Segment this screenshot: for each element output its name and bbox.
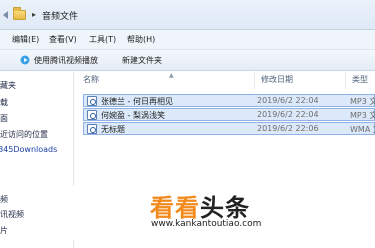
sort-caret-icon: ▲ [169,72,174,79]
watermark-logo: 看看头条 [150,188,250,223]
file-name[interactable]: 何婉盈 - 梨涡浅笑 [101,110,165,121]
menu-tools[interactable]: 工具(T) [89,34,116,45]
folder-icon [13,7,26,20]
column-header-type[interactable]: 类型 [352,74,368,85]
sidebar-item-favorites[interactable]: 收藏夹 [0,80,16,91]
sidebar-item-videos[interactable]: 视频 [0,194,8,205]
sidebar-item-desktop[interactable]: 桌面 [0,113,8,124]
sidebar-item-recent-places[interactable]: 最近访问的位置 [0,129,48,140]
file-name[interactable]: 张德兰 - 何日再相见 [101,96,173,107]
sidebar-item-tencent-video[interactable]: 腾讯视频 [0,209,24,220]
menu-help[interactable]: 帮助(H) [127,34,155,45]
file-date: 2019/6/2 22:06 [257,124,319,133]
menu-edit[interactable]: 编辑(E) [12,34,39,45]
column-header-date[interactable]: 修改日期 [261,74,293,85]
watermark-brand-part2: 头条 [200,194,250,222]
audio-file-icon [87,124,97,134]
file-name[interactable]: 无标题 [101,124,125,135]
column-divider[interactable] [254,72,255,89]
audio-file-icon [87,110,97,120]
new-folder-button[interactable]: 新建文件夹 [122,55,162,66]
file-type: WMA 文 [350,125,375,134]
tencent-video-icon [20,55,30,65]
watermark: 看看头条 www.kankantoutiao.com [70,186,335,240]
file-date: 2019/6/2 22:04 [257,96,319,105]
breadcrumb-current-folder[interactable]: 音频文件 [42,9,78,22]
breadcrumb-separator[interactable]: ▸ [32,10,36,19]
file-row[interactable]: 张德兰 - 何日再相见 2019/6/2 22:04 MP3 文 [83,94,375,107]
toolbar: 使用腾讯视频播放 新建文件夹 [0,50,375,71]
sidebar-item-2345downloads[interactable]: 2345Downloads [0,145,57,154]
file-date: 2019/6/2 22:04 [257,110,319,119]
watermark-url: www.kankantoutiao.com [151,219,262,229]
sidebar-item-pictures[interactable]: 图片 [0,225,8,236]
navigation-pane: 收藏夹 下载 桌面 最近访问的位置 2345Downloads 视频 腾讯视频 … [0,72,74,248]
file-type: MP3 文 [350,97,375,106]
column-divider[interactable] [345,72,346,89]
menu-view[interactable]: 查看(V) [49,34,77,45]
file-row[interactable]: 无标题 2019/6/2 22:06 WMA 文 [83,122,375,135]
sidebar-item-downloads[interactable]: 下载 [0,97,8,108]
play-with-tencent-video-button[interactable]: 使用腾讯视频播放 [34,55,98,66]
back-arrow-icon[interactable] [3,11,8,19]
watermark-brand-part1: 看看 [150,194,200,222]
menu-bar: 编辑(E) 查看(V) 工具(T) 帮助(H) [0,30,375,50]
address-bar[interactable]: ▸ 音频文件 [0,0,375,30]
audio-file-icon [87,96,97,106]
file-type: MP3 文 [350,111,375,120]
file-row[interactable]: 何婉盈 - 梨涡浅笑 2019/6/2 22:04 MP3 文 [83,108,375,121]
column-header-name[interactable]: 名称 [83,74,99,85]
